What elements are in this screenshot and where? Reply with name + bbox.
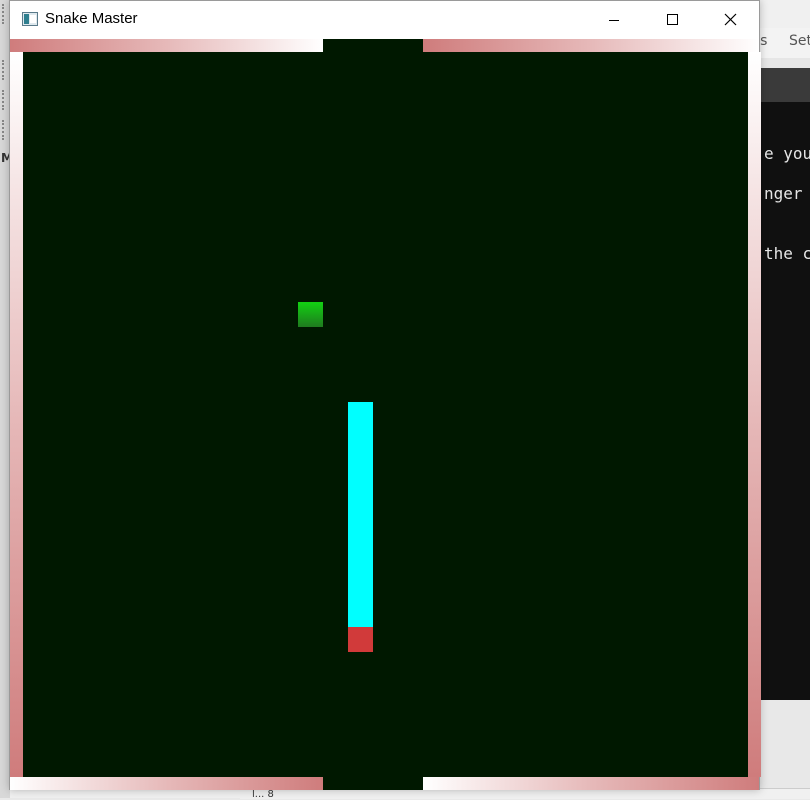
maximize-button[interactable] — [643, 1, 701, 39]
app-icon — [22, 12, 38, 26]
background-panel — [760, 700, 810, 798]
terminal-line: the c — [764, 244, 810, 263]
snake-head — [348, 627, 373, 652]
minimize-icon — [609, 20, 619, 21]
background-icon-bar — [760, 58, 810, 68]
wall-left — [10, 52, 23, 777]
wall-bottom-left — [10, 777, 323, 790]
game-arena — [23, 52, 748, 777]
minimize-button[interactable] — [585, 1, 643, 39]
title-bar[interactable]: Snake Master — [10, 1, 759, 39]
wall-top-right — [423, 39, 759, 52]
wall-bottom-right — [423, 777, 759, 790]
wall-gap-top — [323, 39, 423, 52]
maximize-icon — [667, 14, 678, 25]
terminal-line: nger y — [764, 184, 803, 203]
wall-top-left — [10, 39, 323, 52]
terminal-line: e you — [764, 144, 810, 163]
wall-right — [748, 52, 761, 777]
snake-body — [348, 402, 373, 627]
wall-gap-bottom — [323, 777, 423, 790]
background-menu-item[interactable]: Set — [789, 33, 810, 49]
game-window: Snake Master — [9, 0, 761, 790]
background-status-text: l... 8 — [252, 789, 274, 800]
close-icon — [724, 13, 737, 26]
window-title: Snake Master — [45, 10, 138, 27]
food-pellet — [298, 302, 323, 327]
background-tab-bar — [760, 68, 810, 102]
close-button[interactable] — [701, 1, 759, 39]
game-canvas[interactable] — [10, 39, 761, 790]
